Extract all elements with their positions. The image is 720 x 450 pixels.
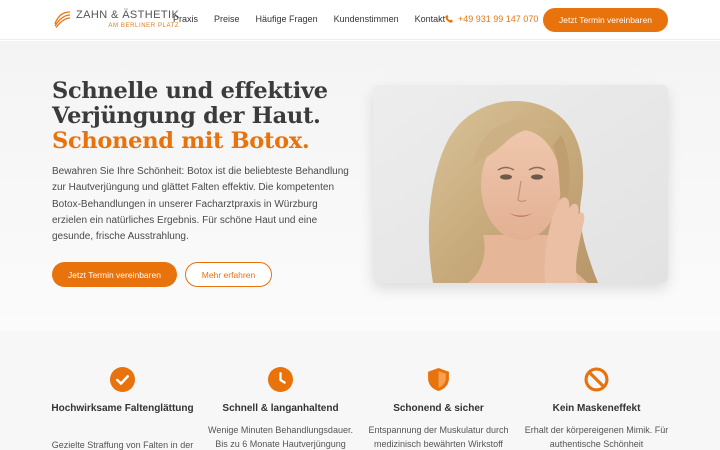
logo-mark-icon (54, 11, 71, 28)
check-circle-icon (110, 367, 135, 392)
hero-title-accent: Schonend mit Botox. (52, 128, 310, 154)
shield-icon (428, 368, 449, 391)
hero-section: Schnelle und effektive Verjüngung der Ha… (0, 41, 720, 331)
clock-icon (268, 367, 293, 392)
ban-icon (584, 367, 609, 392)
site-header: ZAHN & ÄSTHETIK AM BERLINER PLATZ Praxis… (0, 0, 720, 40)
main-nav: Praxis Preise Häufige Fragen Kundenstimm… (173, 14, 461, 24)
hero-appointment-button[interactable]: Jetzt Termin vereinbaren (52, 262, 177, 287)
logo[interactable]: ZAHN & ÄSTHETIK AM BERLINER PLATZ (52, 9, 179, 29)
feature-text: Wenige Minuten Behandlungsdauer. Bis zu … (208, 425, 353, 449)
header-appointment-button[interactable]: Jetzt Termin vereinbaren (543, 8, 668, 32)
phone-number: +49 931 99 147 070 (458, 14, 539, 24)
feature-title: Schnell & langanhaltend (222, 403, 339, 414)
nav-item-praxis[interactable]: Praxis (173, 14, 198, 24)
nav-item-preise[interactable]: Preise (214, 14, 240, 24)
nav-item-kontakt[interactable]: Kontakt (415, 14, 446, 24)
feature-text: Entspannung der Muskulatur durch medizin… (368, 425, 509, 449)
logo-subtitle: AM BERLINER PLATZ (108, 22, 180, 29)
nav-item-haeufige-fragen[interactable]: Häufige Fragen (256, 14, 318, 24)
hero-title-line-1: Schnelle und effektive (52, 78, 328, 104)
nav-item-kundenstimmen[interactable]: Kundenstimmen (334, 14, 399, 24)
phone-icon (445, 15, 453, 23)
feature-title: Schonend & sicher (393, 403, 484, 414)
feature-title: Kein Maskeneffekt (552, 403, 641, 414)
hero-title-line-2: Verjüngung der Haut. (52, 103, 321, 129)
features-section: Hochwirksame Faltenglättung Gezielte Str… (0, 331, 720, 450)
feature-text: Gezielte Straffung von Falten in der (51, 440, 194, 450)
hero-title: Schnelle und effektive Verjüngung der Ha… (52, 79, 352, 154)
hero-portrait-image (373, 85, 668, 283)
phone-link[interactable]: +49 931 99 147 070 (445, 14, 538, 24)
hero-description: Bewahren Sie Ihre Schönheit: Botox ist d… (52, 166, 349, 243)
learn-more-button[interactable]: Mehr erfahren (185, 262, 272, 287)
feature-title: Hochwirksame Faltenglättung (51, 403, 194, 414)
logo-name: ZAHN & ÄSTHETIK (76, 8, 180, 21)
feature-text: Erhalt der körpereigenen Mimik. Für auth… (524, 425, 669, 449)
